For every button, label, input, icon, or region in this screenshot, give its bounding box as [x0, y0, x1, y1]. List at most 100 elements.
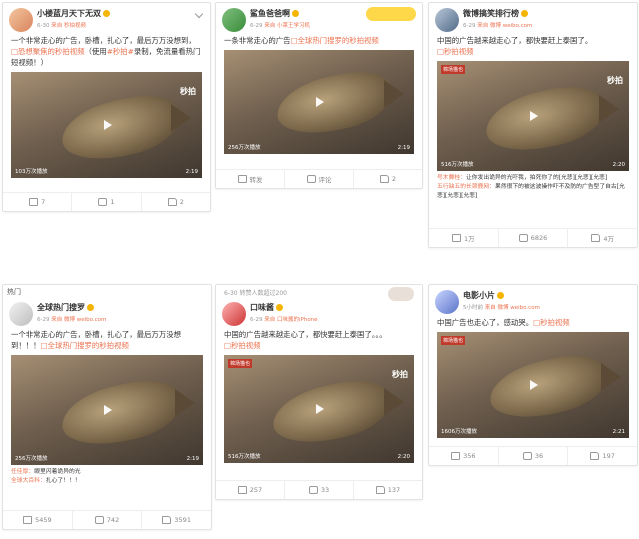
- repost-icon: [237, 486, 247, 494]
- avatar[interactable]: [9, 8, 33, 32]
- comment-button[interactable]: 1: [72, 193, 142, 211]
- post-text: 一条非常走心的广告□全球热门搜罗的秒拍视频: [224, 36, 379, 45]
- repost-button[interactable]: 7: [3, 193, 73, 211]
- repost-button[interactable]: 356: [429, 447, 499, 465]
- like-button[interactable]: 4万: [568, 229, 637, 247]
- video-player[interactable]: 棉场猫也 秒拍 516万次播放 2:20: [224, 355, 414, 463]
- hashtag-link[interactable]: #秒拍#: [107, 47, 134, 56]
- like-icon: [590, 452, 600, 460]
- like-button[interactable]: 2: [142, 193, 210, 211]
- comment-icon: [518, 234, 528, 242]
- weibo-post-card: 鲨鱼爸爸啊 6-29 来自 小莱王学习机 一条非常走心的广告□全球热门搜罗的秒拍…: [215, 2, 423, 189]
- username[interactable]: 电影小片: [463, 290, 504, 301]
- comment-button[interactable]: 742: [73, 511, 143, 529]
- miaopai-watermark: 秒拍: [180, 87, 196, 96]
- comment-item: 五行缺五的长颈鹿网：果然很下的被这波操作吓不及防的广告型了自古[允悲][允悲][…: [437, 184, 625, 199]
- post-meta: 5小时前 来自 微博 weibo.com: [463, 305, 540, 311]
- verified-icon: [497, 292, 504, 299]
- miaopai-watermark: 秒拍: [607, 76, 623, 85]
- play-icon[interactable]: [311, 401, 327, 417]
- avatar[interactable]: [435, 290, 459, 314]
- play-icon[interactable]: [99, 402, 115, 418]
- post-text: 中国广告也走心了，感动哭。□秒拍视频: [437, 318, 570, 327]
- like-button[interactable]: 2: [354, 170, 422, 188]
- play-icon[interactable]: [525, 377, 541, 393]
- like-button[interactable]: 3591: [142, 511, 211, 529]
- username[interactable]: 全球热门搜罗: [37, 302, 94, 313]
- video-player[interactable]: 256万次播放 2:19: [11, 355, 203, 465]
- post-meta: 6-29 来自 口味酱的iPhone: [250, 317, 318, 323]
- post-header: 鲨鱼爸爸啊 6-29 来自 小莱王学习机: [216, 3, 422, 33]
- avatar[interactable]: [222, 8, 246, 32]
- action-bar: 257 33 137: [216, 480, 422, 499]
- video-player[interactable]: 秒拍 103万次播放 2:19: [11, 72, 202, 178]
- action-bar: 356 36 197: [429, 446, 637, 465]
- avatar[interactable]: [222, 302, 246, 326]
- view-count: 256万次播放: [228, 145, 261, 151]
- view-count: 516万次播放: [228, 454, 261, 460]
- video-player[interactable]: 棉场猫也 秒拍 516万次播放 2:20: [437, 61, 629, 171]
- post-header: 口味酱 6-29 来自 口味酱的iPhone: [216, 297, 422, 327]
- view-count: 1606万次播放: [441, 429, 477, 435]
- repost-button[interactable]: 257: [216, 481, 285, 499]
- post-text: 一个非常走心的广告，卧槽，扎心了，最后万万没想到，□恐想聚焦的秒拍视频（使用#秒…: [11, 36, 201, 67]
- video-player[interactable]: 棉场猫也 1606万次播放 2:21: [437, 332, 629, 438]
- repost-icon: [451, 452, 461, 460]
- fish-tail: [384, 388, 404, 416]
- chevron-down-icon[interactable]: [194, 9, 204, 19]
- avatar[interactable]: [9, 302, 33, 326]
- post-header: 全球热门搜罗 6-29 来自 微博 weibo.com: [3, 297, 211, 327]
- video-link[interactable]: □秒拍视频: [224, 341, 261, 350]
- repost-button[interactable]: 1万: [429, 229, 499, 247]
- action-bar: 7 1 2: [3, 192, 210, 211]
- avatar[interactable]: [435, 8, 459, 32]
- comment-list: 任佳厚：眼里闪着诡异的光 全球大百科：扎心了！！！: [3, 465, 211, 486]
- fish-tail: [384, 80, 404, 108]
- weibo-post-card: 6-30 转赞人数超过200 口味酱 6-29 来自 口味酱的iPhone 中国…: [215, 284, 423, 500]
- comment-button[interactable]: 6826: [499, 229, 569, 247]
- username[interactable]: 口味酱: [250, 302, 283, 313]
- video-link[interactable]: □恐想聚焦的秒拍视频: [11, 47, 85, 56]
- video-player[interactable]: 256万次播放 2:19: [224, 50, 414, 154]
- miaopai-watermark: 秒拍: [392, 370, 408, 379]
- channel-tag: 棉场猫也: [228, 359, 253, 368]
- action-bar: 1万 6826 4万: [429, 228, 637, 247]
- play-icon[interactable]: [311, 94, 327, 110]
- verified-icon: [276, 304, 283, 311]
- video-duration: 2:21: [612, 429, 625, 435]
- repost-button[interactable]: 转发: [216, 170, 285, 188]
- view-count: 256万次播放: [15, 456, 48, 462]
- video-link[interactable]: □秒拍视频: [533, 318, 570, 327]
- username[interactable]: 小楼蓝月天下无双: [37, 8, 110, 19]
- like-icon: [591, 234, 601, 242]
- username[interactable]: 鲨鱼爸爸啊: [250, 8, 299, 19]
- like-icon: [167, 198, 177, 206]
- play-icon[interactable]: [525, 108, 541, 124]
- post-meta: 6-29 来自 微博 weibo.com: [463, 23, 533, 29]
- post-header: 微博搞笑排行榜 6-29 来自 微博 weibo.com: [429, 3, 637, 33]
- post-header: 电影小片 5小时前 来自 微博 weibo.com: [429, 285, 637, 315]
- like-button[interactable]: 137: [354, 481, 422, 499]
- action-bar: 转发 评论 2: [216, 169, 422, 188]
- comment-icon: [94, 516, 104, 524]
- verified-icon: [87, 304, 94, 311]
- video-link[interactable]: □全球热门搜罗的秒拍视频: [41, 341, 129, 350]
- comment-icon: [522, 452, 532, 460]
- weibo-post-card: 微博搞笑排行榜 6-29 来自 微博 weibo.com 中国的广告越来越走心了…: [428, 2, 638, 248]
- play-icon[interactable]: [99, 117, 115, 133]
- video-link[interactable]: □秒拍视频: [437, 47, 474, 56]
- comment-button[interactable]: 36: [499, 447, 569, 465]
- repost-button[interactable]: 5459: [3, 511, 73, 529]
- video-link[interactable]: □全球热门搜罗的秒拍视频: [291, 36, 379, 45]
- like-button[interactable]: 197: [568, 447, 637, 465]
- comment-item: 全球大百科：扎心了！！！: [11, 478, 81, 484]
- verified-icon: [292, 10, 299, 17]
- comment-button[interactable]: 33: [285, 481, 354, 499]
- post-text: 一个非常走心的广告，卧槽，扎心了，最后万万没想到！！！□全球热门搜罗的秒拍视频: [11, 330, 181, 350]
- view-count: 103万次播放: [15, 169, 48, 175]
- comment-button[interactable]: 评论: [285, 170, 354, 188]
- video-duration: 2:20: [612, 162, 625, 168]
- username[interactable]: 微博搞笑排行榜: [463, 8, 528, 19]
- post-text: 中国的广告越来越走心了，都快要赶上泰国了。 □秒拍视频: [437, 36, 593, 56]
- comment-list: 号木舞桂：让你发出诡异的光吓我，拍死你了的[允悲][允悲][允悲] 五行缺五的长…: [429, 171, 637, 201]
